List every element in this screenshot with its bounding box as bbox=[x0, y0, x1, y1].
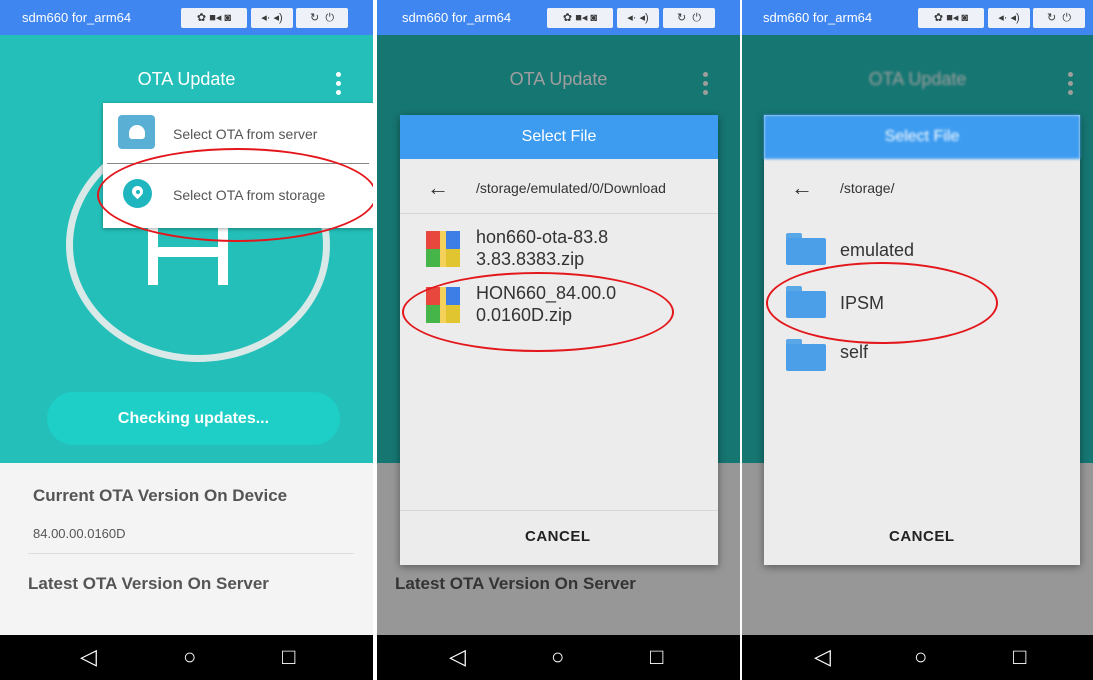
rotate-icon[interactable]: ↻ bbox=[310, 12, 319, 24]
camera-icon[interactable]: ◙ bbox=[590, 12, 597, 24]
volume-up-icon[interactable]: ◂) bbox=[640, 12, 649, 24]
back-nav-icon[interactable]: ◁ bbox=[80, 646, 97, 668]
recents-nav-icon[interactable]: □ bbox=[650, 646, 663, 668]
power-icon[interactable]: ⏻ bbox=[692, 12, 701, 24]
divider bbox=[28, 553, 354, 554]
home-nav-icon[interactable]: ○ bbox=[551, 646, 564, 668]
volume-up-icon[interactable]: ◂) bbox=[1011, 12, 1020, 24]
volume-down-icon[interactable]: ◂· bbox=[998, 12, 1007, 24]
video-icon[interactable]: ■◂ bbox=[209, 12, 221, 24]
dialog-title: Select File bbox=[764, 115, 1080, 159]
emulator-title: sdm660 for_arm64 bbox=[402, 10, 512, 25]
emulator-title: sdm660 for_arm64 bbox=[763, 10, 873, 25]
volume-down-icon[interactable]: ◂· bbox=[261, 12, 270, 24]
file-name-line2: 3.83.8383.zip bbox=[476, 249, 585, 269]
power-icon[interactable]: ⏻ bbox=[1062, 12, 1071, 24]
path-divider bbox=[400, 213, 718, 214]
gear-icon[interactable]: ✿ bbox=[197, 12, 206, 24]
back-nav-icon[interactable]: ◁ bbox=[449, 646, 466, 668]
highlight-ellipse bbox=[97, 148, 373, 242]
video-icon[interactable]: ■◂ bbox=[946, 12, 958, 24]
back-arrow-icon[interactable]: ← bbox=[791, 177, 813, 199]
back-nav-icon[interactable]: ◁ bbox=[814, 646, 831, 668]
cloud-android-icon bbox=[118, 115, 155, 149]
rotate-icon[interactable]: ↻ bbox=[1047, 12, 1056, 24]
file-row[interactable]: hon660-ota-83.8 3.83.8383.zip bbox=[400, 223, 718, 277]
footer-divider bbox=[400, 510, 718, 511]
folder-name: emulated bbox=[840, 240, 915, 260]
folder-icon bbox=[786, 233, 826, 265]
gear-icon[interactable]: ✿ bbox=[934, 12, 943, 24]
android-nav-bar: ◁ ○ □ bbox=[0, 635, 373, 680]
recents-nav-icon[interactable]: □ bbox=[282, 646, 295, 668]
highlight-ellipse bbox=[766, 262, 998, 344]
gear-icon[interactable]: ✿ bbox=[563, 12, 572, 24]
camera-icon[interactable]: ◙ bbox=[224, 12, 231, 24]
cancel-button[interactable]: CANCEL bbox=[525, 528, 591, 545]
recents-nav-icon[interactable]: □ bbox=[1013, 646, 1026, 668]
dialog-title: Select File bbox=[400, 115, 718, 159]
current-path: /storage/ bbox=[840, 180, 895, 196]
folder-name: self bbox=[840, 342, 869, 362]
home-nav-icon[interactable]: ○ bbox=[914, 646, 927, 668]
checking-updates-button[interactable]: Checking updates... bbox=[47, 392, 340, 445]
android-nav-bar: ◁ ○ □ bbox=[377, 635, 740, 680]
emulator-title-bar: sdm660 for_arm64 ✿ ■◂ ◙ ◂· ◂) ↻ ⏻ bbox=[377, 0, 740, 35]
home-nav-icon[interactable]: ○ bbox=[183, 646, 196, 668]
file-name-line1: hon660-ota-83.8 bbox=[476, 227, 609, 247]
emulator-title-bar: sdm660 for_arm64 ✿ ■◂ ◙ ◂· ◂) ↻ ⏻ bbox=[742, 0, 1093, 35]
video-icon[interactable]: ■◂ bbox=[575, 12, 587, 24]
screen-ota-menu: sdm660 for_arm64 ✿ ■◂ ◙ ◂· ◂) ↻ ⏻ OTA Up… bbox=[0, 0, 373, 680]
back-arrow-icon[interactable]: ← bbox=[427, 177, 449, 199]
overflow-menu-icon[interactable] bbox=[336, 72, 342, 99]
current-path: /storage/emulated/0/Download bbox=[476, 180, 666, 196]
camera-icon[interactable]: ◙ bbox=[961, 12, 968, 24]
menu-item-server-label: Select OTA from server bbox=[173, 126, 318, 142]
cancel-button[interactable]: CANCEL bbox=[889, 528, 955, 545]
zip-archive-icon bbox=[426, 231, 460, 267]
current-version-heading: Current OTA Version On Device bbox=[33, 486, 288, 505]
folder-icon bbox=[786, 339, 826, 371]
emulator-title: sdm660 for_arm64 bbox=[22, 10, 132, 25]
app-title: OTA Update bbox=[137, 69, 236, 89]
power-icon[interactable]: ⏻ bbox=[325, 12, 334, 24]
rotate-icon[interactable]: ↻ bbox=[677, 12, 686, 24]
screen-select-file-download: sdm660 for_arm64 ✿ ■◂ ◙ ◂· ◂) ↻ ⏻ OTA Up… bbox=[377, 0, 740, 680]
screen-select-folder-storage: sdm660 for_arm64 ✿ ■◂ ◙ ◂· ◂) ↻ ⏻ OTA Up… bbox=[742, 0, 1093, 680]
highlight-ellipse bbox=[402, 272, 674, 352]
volume-up-icon[interactable]: ◂) bbox=[274, 12, 283, 24]
emulator-title-bar: sdm660 for_arm64 ✿ ■◂ ◙ ◂· ◂) ↻ ⏻ bbox=[0, 0, 373, 35]
android-nav-bar: ◁ ○ □ bbox=[742, 635, 1093, 680]
latest-version-heading: Latest OTA Version On Server bbox=[28, 574, 269, 593]
volume-down-icon[interactable]: ◂· bbox=[627, 12, 636, 24]
current-version-value: 84.00.00.0160D bbox=[33, 526, 126, 541]
